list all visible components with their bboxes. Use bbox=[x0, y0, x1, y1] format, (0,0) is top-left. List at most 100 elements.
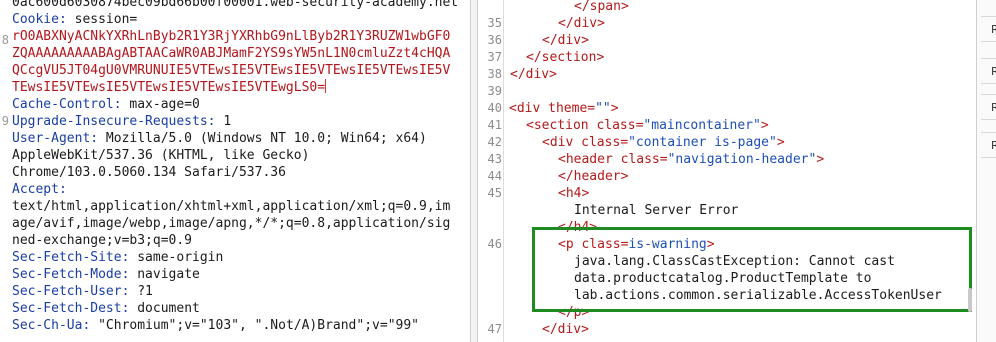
inspector-tab[interactable]: R bbox=[981, 16, 996, 42]
host-line: 0ac600d6030874bec09bd66b00f00001.web-sec… bbox=[12, 0, 458, 11]
header-continuation: text/html,application/xhtml+xml,applicat… bbox=[12, 199, 451, 214]
header-name: Sec-Fetch-Mode: bbox=[12, 267, 130, 282]
header-continuation: age/avif,image/webp,image/apng,*/*;q=0.8… bbox=[12, 216, 451, 231]
code-tag: <div bbox=[509, 101, 541, 116]
inspector-tab[interactable]: R bbox=[981, 58, 996, 84]
response-gutter: 35 36 37 38 39 40 41 42 43 44 45 46 47 bbox=[478, 0, 504, 342]
header-line: Cache-Control: max-age=0 bbox=[12, 96, 200, 113]
header-name: User-Agent: bbox=[12, 131, 99, 146]
header-name: Cache-Control: bbox=[12, 97, 122, 112]
code-line: <p class=is-warning> bbox=[558, 236, 715, 253]
code-attr-value: "container is-page" bbox=[628, 135, 777, 150]
header-name: Sec-Fetch-Dest: bbox=[12, 301, 130, 316]
line-number: 44 bbox=[487, 169, 502, 183]
header-name: Sec-Fetch-Site: bbox=[12, 250, 130, 265]
request-editor[interactable]: 8 9 0ac600d6030874bec09bd66b00f00001.web… bbox=[0, 0, 470, 342]
text-cursor bbox=[325, 79, 327, 93]
code-attr: class= bbox=[612, 152, 668, 167]
code-attr: class= bbox=[588, 118, 644, 133]
pane-splitter[interactable] bbox=[470, 0, 478, 342]
line-number: 36 bbox=[487, 33, 502, 47]
header-value: ?1 bbox=[129, 284, 153, 299]
header-value: Mozilla/5.0 (Windows NT 10.0; Win64; x64… bbox=[98, 131, 427, 146]
error-message-line: java.lang.ClassCastException: Cannot cas… bbox=[574, 254, 895, 269]
code-line: </header> bbox=[558, 169, 629, 184]
header-continuation: AppleWebKit/537.36 (KHTML, like Gecko) bbox=[12, 148, 310, 163]
inspector-tab[interactable]: R bbox=[981, 94, 996, 120]
error-message-line: data.productcatalog.ProductTemplate to bbox=[574, 271, 872, 286]
code-tag: <p bbox=[558, 237, 574, 252]
line-number: 41 bbox=[487, 118, 502, 132]
code-line: </p> bbox=[558, 305, 590, 320]
line-number: 38 bbox=[487, 67, 502, 81]
header-line: Upgrade-Insecure-Requests: 1 bbox=[12, 113, 231, 130]
line-number: 40 bbox=[487, 101, 502, 115]
header-name: Sec-Fetch-User: bbox=[12, 284, 130, 299]
code-line: </span> bbox=[574, 0, 629, 14]
code-tag: <section bbox=[526, 118, 589, 133]
header-name: Sec-Ch-Ua: bbox=[12, 318, 91, 333]
code-attr: class= bbox=[573, 237, 629, 252]
line-number: 8 bbox=[1, 33, 9, 47]
header-line: Sec-Fetch-Dest: document bbox=[12, 300, 200, 317]
request-gutter: 8 9 bbox=[0, 0, 9, 342]
header-continuation: Chrome/103.0.5060.134 Safari/537.36 bbox=[12, 165, 286, 180]
line-number: 43 bbox=[487, 152, 502, 166]
line-number: 9 bbox=[1, 114, 9, 128]
header-line: Sec-Fetch-Mode: navigate bbox=[12, 266, 200, 283]
line-number: 37 bbox=[487, 50, 502, 64]
code-line: </section> bbox=[526, 50, 605, 65]
code-attr-value: "" bbox=[595, 101, 611, 116]
response-scrollbar[interactable] bbox=[968, 288, 972, 312]
cookie-value-line: rO0ABXNyACNkYXRhLnByb2R1Y3RjYXRhbG9nLlBy… bbox=[12, 29, 451, 44]
header-value: max-age=0 bbox=[121, 97, 200, 112]
code-attr-value: "navigation-header" bbox=[667, 152, 817, 167]
header-line: Sec-Ch-Ua: "Chromium";v="103", ".Not/A)B… bbox=[12, 317, 419, 334]
code-tag-end: > bbox=[610, 101, 619, 116]
line-number: 35 bbox=[487, 16, 502, 30]
cookie-header-line: Cookie: session= bbox=[12, 11, 137, 28]
error-message-line: lab.actions.common.serializable.AccessTo… bbox=[574, 288, 942, 303]
header-value: "Chromium";v="103", ".Not/A)Brand";v="99… bbox=[90, 318, 420, 333]
line-number: 42 bbox=[487, 135, 502, 149]
code-line: </h4> bbox=[558, 220, 598, 235]
header-line: Accept: bbox=[12, 181, 67, 198]
code-line: </div> bbox=[558, 16, 605, 31]
code-attr: class= bbox=[573, 135, 629, 150]
code-line: <div theme=""> bbox=[509, 100, 619, 117]
code-line: <h4> bbox=[558, 186, 590, 201]
inspector-strip: R R R R bbox=[976, 0, 996, 342]
response-viewer[interactable]: 35 36 37 38 39 40 41 42 43 44 45 46 47 <… bbox=[478, 0, 976, 342]
header-value: document bbox=[129, 301, 200, 316]
header-value: 1 bbox=[215, 114, 232, 129]
header-value: navigate bbox=[129, 267, 200, 282]
code-tag: <header bbox=[558, 152, 613, 167]
code-line: </div> bbox=[542, 33, 589, 48]
code-tag: <div bbox=[542, 135, 574, 150]
code-line: </div> bbox=[542, 322, 589, 337]
header-continuation: ned-exchange;v=b3;q=0.9 bbox=[12, 233, 193, 248]
inspector-tab[interactable]: R bbox=[981, 132, 996, 158]
code-attr-value: "maincontainer" bbox=[643, 118, 761, 133]
header-value: same-origin bbox=[129, 250, 224, 265]
header-line: Sec-Fetch-Site: same-origin bbox=[12, 249, 223, 266]
code-line: Internal Server Error bbox=[574, 203, 739, 218]
cookie-value-text: TEwsIE5VTEwsIE5VTEwsIE5VTEwsIE5VTEwgLS0= bbox=[12, 80, 326, 95]
host-value: 0ac600d6030874bec09bd66b00f00001.web-sec… bbox=[12, 0, 459, 10]
code-attr: theme= bbox=[540, 101, 596, 116]
line-number: 46 bbox=[487, 237, 502, 251]
line-number: 39 bbox=[487, 84, 502, 98]
code-tag-end: > bbox=[760, 118, 769, 133]
code-tag-end: > bbox=[776, 135, 785, 150]
code-attr-value: is-warning bbox=[628, 237, 707, 252]
code-line: <section class="maincontainer"> bbox=[526, 117, 769, 134]
cookie-session-name: session= bbox=[74, 12, 138, 27]
line-number: 45 bbox=[487, 186, 502, 200]
cookie-value-line: QCcgVU5JT04gU0VMRUNUIE5VTEwsIE5VTEwsIE5V… bbox=[12, 63, 451, 78]
code-line: </div> bbox=[510, 67, 557, 82]
header-name: Upgrade-Insecure-Requests: bbox=[12, 114, 216, 129]
header-line: Sec-Fetch-User: ?1 bbox=[12, 283, 153, 300]
code-tag-end: > bbox=[706, 237, 715, 252]
code-tag-end: > bbox=[816, 152, 825, 167]
code-line: <div class="container is-page"> bbox=[542, 134, 785, 151]
